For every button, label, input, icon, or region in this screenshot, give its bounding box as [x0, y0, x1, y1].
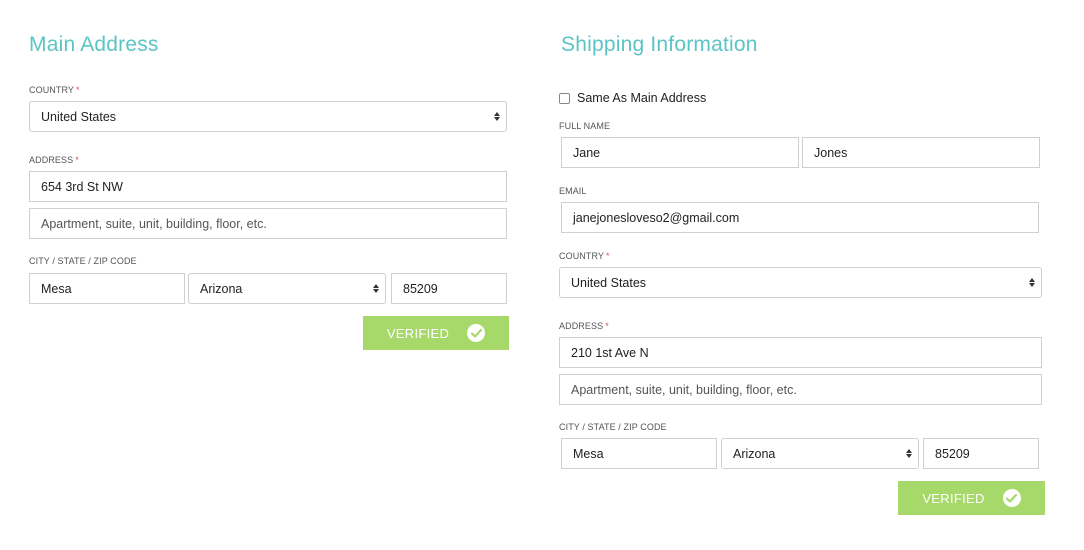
select-arrows-icon — [494, 111, 500, 122]
shipping-city-input[interactable]: Mesa — [561, 438, 717, 469]
shipping-country-label: COUNTRY * — [559, 251, 610, 261]
main-verified-label: VERIFIED — [386, 325, 450, 341]
same-as-main-checkbox-row[interactable]: Same As Main Address — [559, 91, 706, 105]
shipping-verified-button[interactable]: VERIFIED — [898, 481, 1045, 515]
same-as-main-label: Same As Main Address — [577, 91, 707, 105]
main-country-select[interactable]: United States — [29, 101, 507, 132]
shipping-state-select[interactable]: Arizona — [721, 438, 919, 469]
main-city-input[interactable]: Mesa — [29, 273, 185, 304]
main-zip-input[interactable]: 85209 — [391, 273, 507, 304]
main-state-select[interactable]: Arizona — [188, 273, 386, 304]
main-state-value: Arizona — [200, 281, 243, 296]
same-as-main-checkbox[interactable] — [559, 92, 570, 104]
main-address-line2-input[interactable]: Apartment, suite, unit, building, floor,… — [29, 208, 507, 239]
email-label: EMAIL — [559, 186, 587, 196]
main-verified-button[interactable]: VERIFIED — [363, 316, 509, 350]
shipping-address-label: ADDRESS * — [559, 321, 609, 331]
shipping-address-line1-input[interactable]: 210 1st Ave N — [559, 337, 1042, 368]
shipping-zip-input[interactable]: 85209 — [923, 438, 1039, 469]
select-arrows-icon — [373, 283, 379, 294]
select-arrows-icon — [1029, 277, 1035, 288]
main-address-title: Main Address — [29, 33, 159, 56]
main-country-value: United States — [41, 109, 117, 124]
main-address-label: ADDRESS * — [29, 155, 79, 165]
check-circle-icon — [467, 324, 486, 342]
main-country-label: COUNTRY * — [29, 85, 80, 95]
shipping-info-title: Shipping Information — [561, 33, 758, 56]
main-address-line1-input[interactable]: 654 3rd St NW — [29, 171, 507, 202]
first-name-input[interactable]: Jane — [561, 137, 799, 168]
shipping-state-value: Arizona — [733, 446, 776, 461]
shipping-country-value: United States — [571, 275, 647, 290]
email-input[interactable]: janejonesloveso2@gmail.com — [561, 202, 1039, 233]
shipping-country-select[interactable]: United States — [559, 267, 1042, 298]
shipping-city-state-zip-label: CITY / STATE / ZIP CODE — [559, 422, 667, 432]
last-name-input[interactable]: Jones — [802, 137, 1040, 168]
main-city-state-zip-label: CITY / STATE / ZIP CODE — [29, 256, 137, 266]
shipping-address-line2-input[interactable]: Apartment, suite, unit, building, floor,… — [559, 374, 1042, 405]
full-name-label: FULL NAME — [559, 121, 611, 131]
select-arrows-icon — [906, 448, 912, 459]
check-circle-icon — [1002, 489, 1021, 507]
shipping-verified-label: VERIFIED — [922, 490, 985, 506]
